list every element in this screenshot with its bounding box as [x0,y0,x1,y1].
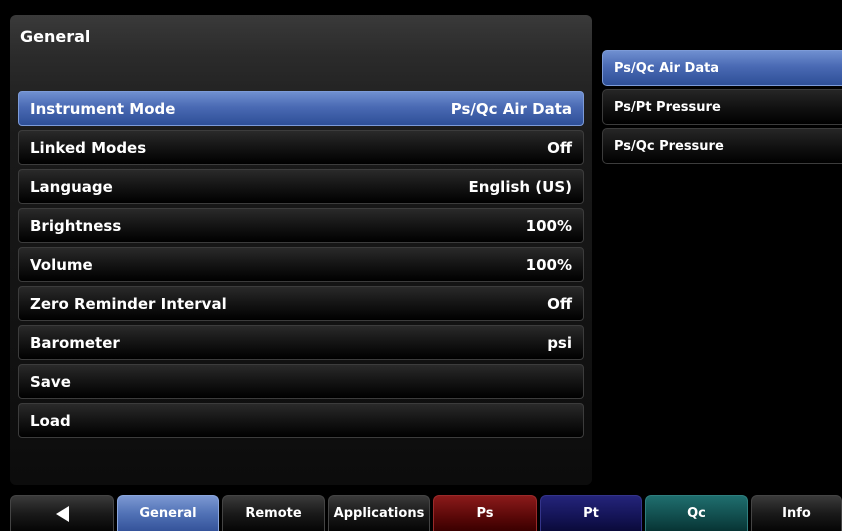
option-label: Ps/Pt Pressure [614,99,721,115]
tab-label: Info [782,506,811,521]
panel-title: General [20,27,91,46]
setting-value: Off [547,138,572,157]
setting-save[interactable]: Save [18,364,584,399]
setting-label: Linked Modes [30,138,147,157]
setting-zero-reminder-interval[interactable]: Zero Reminder Interval Off [18,286,584,321]
tab-label: Qc [687,506,706,521]
setting-volume[interactable]: Volume 100% [18,247,584,282]
setting-load[interactable]: Load [18,403,584,438]
setting-brightness[interactable]: Brightness 100% [18,208,584,243]
setting-label: Language [30,177,113,196]
setting-label: Zero Reminder Interval [30,294,227,313]
setting-value: Off [547,294,572,313]
setting-label: Load [30,411,71,430]
setting-label: Volume [30,255,93,274]
setting-instrument-mode[interactable]: Instrument Mode Ps/Qc Air Data [18,91,584,126]
setting-label: Instrument Mode [30,99,176,118]
tab-label: Ps [476,506,494,521]
setting-value: psi [547,333,572,352]
tab-applications[interactable]: Applications [328,495,430,531]
tab-qc[interactable]: Qc [645,495,748,531]
tab-remote[interactable]: Remote [222,495,325,531]
tab-label: General [139,506,197,521]
option-label: Ps/Qc Air Data [614,60,720,76]
setting-label: Brightness [30,216,122,235]
general-settings-panel: General Instrument Mode Ps/Qc Air Data L… [10,15,592,485]
bottom-tab-bar: General Remote Applications Ps Pt Qc Inf… [0,495,842,531]
back-arrow-icon [55,505,69,522]
back-button[interactable] [10,495,114,531]
option-label: Ps/Qc Pressure [614,138,724,154]
option-ps-qc-pressure[interactable]: Ps/Qc Pressure [602,128,842,164]
tab-label: Applications [333,506,425,521]
setting-value: 100% [525,255,572,274]
setting-value: 100% [525,216,572,235]
tab-general[interactable]: General [117,495,219,531]
screen: General Instrument Mode Ps/Qc Air Data L… [0,0,842,531]
setting-linked-modes[interactable]: Linked Modes Off [18,130,584,165]
tab-label: Remote [245,506,302,521]
tab-info[interactable]: Info [751,495,842,531]
setting-value: English (US) [468,177,572,196]
tab-ps[interactable]: Ps [433,495,537,531]
setting-value: Ps/Qc Air Data [450,99,572,118]
tab-label: Pt [583,506,599,521]
setting-label: Barometer [30,333,120,352]
setting-label: Save [30,372,71,391]
option-ps-pt-pressure[interactable]: Ps/Pt Pressure [602,89,842,125]
option-ps-qc-air-data[interactable]: Ps/Qc Air Data [602,50,842,86]
setting-language[interactable]: Language English (US) [18,169,584,204]
tab-pt[interactable]: Pt [540,495,642,531]
setting-barometer[interactable]: Barometer psi [18,325,584,360]
